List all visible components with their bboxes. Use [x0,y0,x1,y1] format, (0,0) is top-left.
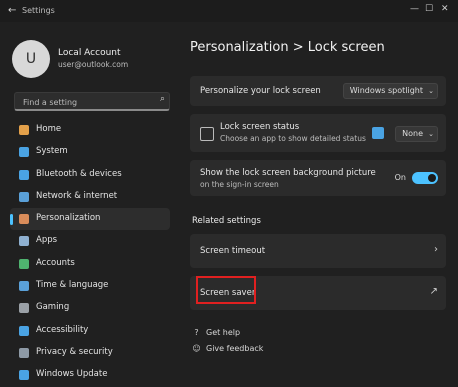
user-profile[interactable]: U Local Account user@outlook.com [12,40,172,80]
sidebar-item-label: Apps [36,235,58,246]
signin-label-2: on the sign-in screen [200,180,279,189]
search-input[interactable] [21,95,153,109]
sidebar-item-label: Accessibility [36,324,89,335]
main-content: Personalization > Lock screen Personaliz… [178,22,458,362]
sidebar-item-accessibility[interactable]: Accessibility [10,320,170,342]
sidebar-nav: Home System Bluetooth & devices Network & i… [10,119,170,387]
title-bar: ← Settings — ☐ ✕ [0,0,458,22]
bluetooth-devices-icon [19,169,29,180]
maximize-button[interactable]: ☐ [425,4,433,14]
system-icon [19,147,29,158]
status-label: Lock screen status [220,122,300,132]
give-feedback-link[interactable]: ☺ Give feedback [192,344,263,353]
avatar: U [12,40,50,78]
personalize-lock-screen-row[interactable]: Personalize your lock screen Windows spo… [190,76,446,106]
sidebar-item-home[interactable]: Home [10,119,170,141]
app-title: Settings [22,6,55,15]
windows-update-icon [19,370,29,381]
screen-timeout-row[interactable]: Screen timeout › [190,234,446,268]
personalize-label: Personalize your lock screen [200,86,321,96]
sidebar-item-label: Accounts [36,257,75,268]
sidebar-item-windows-update[interactable]: Windows Update [10,364,170,386]
profile-name: Local Account [58,48,121,58]
close-button[interactable]: ✕ [441,4,449,14]
search-box[interactable]: ⌕ [14,92,170,111]
sidebar-item-label: Network & internet [36,190,118,201]
get-help-label: Get help [206,328,241,337]
chevron-down-icon: ⌄ [428,87,434,95]
external-link-icon: ↗ [429,286,438,297]
sidebar-item-label: Windows Update [36,369,108,380]
personalization-icon [19,214,29,225]
search-icon[interactable]: ⌕ [160,94,165,104]
sidebar-item-label: Gaming [36,302,70,313]
sidebar-item-privacy-security[interactable]: Privacy & security [10,342,170,364]
toggle-state-text: On [394,173,406,182]
sidebar-item-label: Time & language [36,280,109,291]
status-value-icon [372,127,384,139]
sidebar-item-label: Home [36,124,62,134]
sidebar-item-label: Bluetooth & devices [36,168,122,179]
privacy-security-icon [19,347,29,358]
sidebar-item-gaming[interactable]: Gaming [10,297,170,319]
sidebar-item-label: System [36,146,68,157]
screen-timeout-label: Screen timeout [200,246,266,256]
status-dropdown-value: None [402,129,423,138]
status-sublabel: Choose an app to show detailed status [220,134,366,143]
personalize-dropdown[interactable]: Windows spotlight ⌄ [342,83,438,99]
back-arrow-icon[interactable]: ← [8,5,16,16]
accounts-icon [19,258,29,269]
sidebar-item-label: Personalization [36,213,101,224]
help-icon: ? [194,328,199,337]
accessibility-icon [19,325,29,336]
sidebar-item-apps[interactable]: Apps [10,230,170,252]
lock-screen-status-row[interactable]: Lock screen status Choose an app to show… [190,114,446,152]
sidebar-item-accounts[interactable]: Accounts [10,253,170,275]
sidebar-item-personalization[interactable]: Personalization [10,208,170,231]
profile-email: user@outlook.com [58,60,129,69]
get-help-link[interactable]: ? Get help [192,328,240,337]
signin-label: Show the lock screen background picture [200,168,376,178]
sidebar-item-system[interactable]: System [10,141,170,163]
personalize-dropdown-value: Windows spotlight [349,86,423,95]
home-icon [19,125,29,135]
sidebar-item-time-language[interactable]: Time & language [10,275,170,297]
apps-icon [19,236,29,247]
signin-background-row[interactable]: Show the lock screen background picture … [190,160,446,196]
network-internet-icon [19,191,29,202]
feedback-icon: ☺ [192,344,201,353]
status-app-icon [200,127,214,141]
sidebar-item-label: Privacy & security [36,346,113,357]
sidebar-item-bluetooth-devices[interactable]: Bluetooth & devices [10,164,170,186]
gaming-icon [19,303,29,314]
minimize-button[interactable]: — [410,4,419,14]
chevron-down-icon: ⌄ [428,130,434,138]
sidebar-item-network-internet[interactable]: Network & internet [10,186,170,208]
highlight-box [196,276,256,304]
time-language-icon [19,281,29,292]
status-dropdown[interactable]: None ⌄ [395,126,438,142]
page-title: Personalization > Lock screen [190,40,385,55]
toggle-knob [428,174,436,182]
signin-background-toggle[interactable] [412,172,438,184]
sidebar: U Local Account user@outlook.com ⌕ Home S… [0,22,178,381]
chevron-right-icon: › [434,244,438,255]
give-feedback-label: Give feedback [206,344,264,353]
related-settings-heading: Related settings [192,216,261,226]
